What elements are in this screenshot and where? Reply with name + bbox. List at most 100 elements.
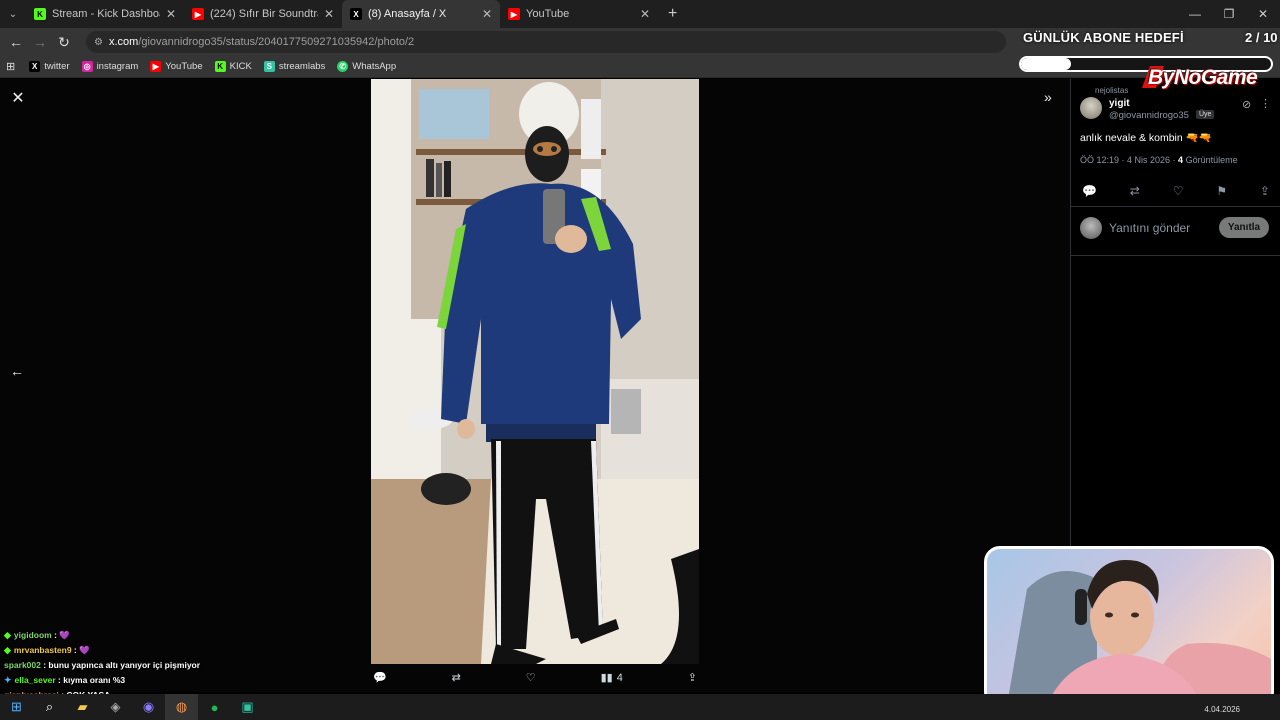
search-icon[interactable]: ⌕ [33,694,66,720]
bookmark-icon[interactable]: ⚑ [1216,184,1227,198]
reply-icon[interactable]: 💬 [1082,184,1097,198]
chat-username: ella_sever [14,675,56,685]
retweet-icon[interactable]: ⇄ [1130,184,1140,198]
brand-logo: ByNoGame [1148,66,1258,89]
chat-message: spark002 : bunu yapınca altı yanıyor içi… [4,658,200,673]
analytics-icon: ▮▮ [600,672,613,684]
taskbar: ⊞ ⌕ ▰ ◈ ◉ ◍ ● ▣ 4.04.2026 [0,694,1280,720]
subscriber-goal-count: 2 / 10 [1245,30,1278,45]
chat-username: mrvanbasten9 [13,645,72,655]
close-tab-icon[interactable]: ✕ [482,7,492,21]
chat-text: : bunu yapınca altı yanıyor içi pişmiyor [40,660,201,670]
tweet-views-label: Görüntüleme [1185,155,1238,165]
tweet-meta: ÖÖ 12:19 · 4 Nis 2026 · 4 Görüntüleme [1080,155,1238,165]
chrome-icon[interactable]: ◍ [165,694,198,720]
streaming-app-icon[interactable]: ▣ [231,694,264,720]
file-explorer-icon[interactable]: ▰ [66,694,99,720]
expand-panel-icon[interactable]: » [1044,89,1052,105]
x-icon: X [29,61,41,72]
bookmark-label: streamlabs [278,61,326,72]
close-tab-icon[interactable]: ✕ [640,7,650,21]
streamlabs-icon: S [263,61,275,72]
author-handle[interactable]: @giovannidrogo35 [1109,110,1189,121]
author-name[interactable]: yigit [1109,98,1130,109]
grok-icon[interactable]: ⊘ [1242,98,1251,111]
like-icon[interactable]: ♡ [526,671,536,684]
avatar[interactable] [1080,97,1102,119]
bookmark-streamlabs[interactable]: Sstreamlabs [263,61,326,72]
views-button[interactable]: ▮▮ 4 [600,671,623,685]
share-icon[interactable]: ⇪ [1260,184,1270,198]
url-field[interactable]: ⚙ x.com/giovannidrogo35/status/204017750… [86,31,1006,53]
tab-title: Stream - Kick Dashboard [52,8,160,20]
url-path: /giovannidrogo35/status/2040177509271035… [138,36,415,48]
bookmark-kick[interactable]: K KICK [214,61,252,72]
site-info-icon[interactable]: ⚙ [94,37,103,48]
tab-title: (8) Anasayfa / X [368,8,447,20]
kick-icon: K [214,61,226,72]
reload-icon[interactable]: ↻ [52,34,76,51]
whatsapp-icon: ✆ [337,61,349,72]
mirror-selfie-image [371,79,699,664]
subscriber-goal-title: GÜNLÜK ABONE HEDEFİ [1023,30,1184,45]
subscriber-badge: Üye [1196,110,1215,119]
x-icon: X [350,8,362,20]
reply-icon[interactable]: 💬 [373,671,387,684]
retweet-icon[interactable]: ⇄ [452,671,461,684]
photo-action-bar: 💬 ⇄ ♡ ▮▮ 4 ⇪ [371,671,699,685]
bookmark-youtube[interactable]: ▶ YouTube [150,61,203,72]
window-controls: — ❐ ✕ [1178,0,1280,28]
tweet-timestamp[interactable]: ÖÖ 12:19 · 4 Nis 2026 · [1080,155,1178,165]
divider [1070,255,1280,256]
webcam-image [1007,559,1271,705]
tweet-text: anlık nevale & kombin 🔫🔫 [1080,132,1212,144]
bookmark-label: YouTube [165,61,203,72]
bookmark-twitter[interactable]: Xtwitter [29,61,70,72]
youtube-icon: ▶ [508,8,520,20]
forward-icon[interactable]: → [28,34,52,50]
bookmark-label: KICK [229,61,252,72]
spotify-icon[interactable]: ● [198,694,231,720]
browser-tab-active[interactable]: X (8) Anasayfa / X ✕ [342,0,500,28]
kick-icon: K [34,8,46,20]
bookmark-label: twitter [44,61,70,72]
app-icon[interactable]: ◈ [99,694,132,720]
restore-icon[interactable]: ❐ [1212,0,1246,28]
discord-icon[interactable]: ◉ [132,694,165,720]
browser-tab[interactable]: ▶ (224) Sıfır Bir Soundtrack: Cash ✕ [184,0,342,28]
back-icon[interactable]: ← [4,34,28,50]
previous-photo-icon[interactable]: ← [10,363,24,379]
tab-title: (224) Sıfır Bir Soundtrack: Cash [210,8,318,20]
more-options-icon[interactable]: ⋮ [1260,97,1271,110]
share-icon[interactable]: ⇪ [688,671,697,684]
chat-text: : 💜 [71,645,90,655]
chat-message: ◆ yigidoom : 💜 [4,628,200,643]
browser-tab-bar: ⌄ K Stream - Kick Dashboard ✕ ▶ (224) Sı… [0,0,1280,28]
verified-badge-icon: ✦ [4,675,12,685]
tweet-action-bar: 💬 ⇄ ♡ ⚑ ⇪ [1082,184,1270,198]
close-tab-icon[interactable]: ✕ [166,7,176,21]
divider [1070,206,1280,207]
chat-text: : kıyma oranı %3 [55,675,126,685]
new-tab-icon[interactable]: + [668,5,677,23]
chat-message: ✦ ella_sever : kıyma oranı %3 [4,673,200,688]
close-icon[interactable]: ✕ [10,91,26,107]
tab-title: YouTube [526,8,570,20]
tab-search-icon[interactable]: ⌄ [0,0,26,28]
browser-tab[interactable]: K Stream - Kick Dashboard ✕ [26,0,184,28]
close-window-icon[interactable]: ✕ [1246,0,1280,28]
taskbar-date: 4.04.2026 [1204,705,1240,714]
bookmark-instagram[interactable]: ◎ instagram [81,61,138,72]
reply-button[interactable]: Yanıtla [1219,217,1269,238]
url-host: x.com [108,36,139,48]
subscriber-badge-icon: ◆ [4,645,11,655]
browser-tab[interactable]: ▶ YouTube ✕ [500,0,658,28]
like-icon[interactable]: ♡ [1173,184,1184,198]
bookmark-whatsapp[interactable]: ✆ WhatsApp [337,61,396,72]
bookmark-label: WhatsApp [352,61,397,72]
windows-start-icon[interactable]: ⊞ [0,694,33,720]
minimize-icon[interactable]: — [1178,0,1212,28]
close-tab-icon[interactable]: ✕ [324,7,334,21]
reply-input[interactable]: Yanıtını gönder [1109,221,1190,235]
apps-icon[interactable]: ⊞ [6,60,15,73]
